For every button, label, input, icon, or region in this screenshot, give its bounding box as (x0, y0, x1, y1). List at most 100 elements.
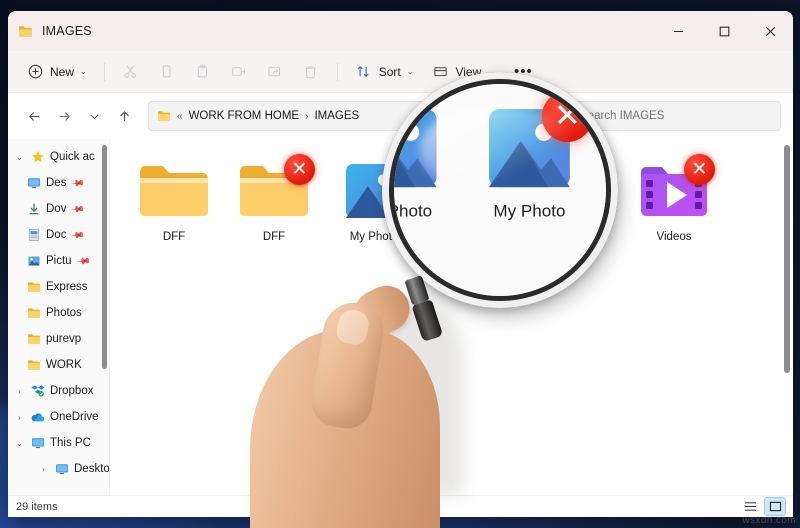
minimize-button[interactable] (655, 11, 701, 51)
sidebar-item-quick-access[interactable]: ⌄ Quick ac (8, 144, 109, 170)
file-item-my-photo[interactable]: My Photo (324, 153, 424, 261)
file-name: My Photo (349, 231, 399, 243)
address-dropdown-button[interactable] (480, 104, 504, 128)
view-button[interactable]: View ⌄ (423, 57, 502, 87)
file-name: DFF (262, 231, 286, 243)
sidebar-item-dropbox[interactable]: › Dropbox (8, 378, 109, 404)
refresh-button[interactable] (510, 104, 534, 128)
content-scrollbar[interactable] (784, 145, 790, 373)
file-grid: DFF ✕ DFF My Photo ✕ My Photo Videos ✕ V… (110, 139, 793, 261)
plus-circle-icon (26, 63, 44, 81)
file-item-videos[interactable]: Videos (524, 153, 624, 261)
sidebar-item-downloads[interactable]: Dov 📌 (8, 196, 109, 222)
sidebar-item-label: Doc (46, 229, 67, 241)
pc-icon (30, 436, 45, 451)
sidebar-item-label: Quick ac (50, 151, 95, 163)
copy-icon (158, 63, 176, 81)
breadcrumb-overflow[interactable]: « (177, 111, 183, 122)
folder-icon (26, 280, 41, 295)
forward-button[interactable] (50, 102, 78, 130)
details-view-button[interactable] (764, 497, 786, 516)
rename-icon (230, 63, 248, 81)
pictures-icon (26, 254, 41, 269)
file-item-dff-error[interactable]: ✕ DFF (224, 153, 324, 261)
rename-button[interactable] (222, 57, 256, 87)
back-button[interactable] (20, 102, 48, 130)
sidebar-item-pictures[interactable]: Pictu 📌 (8, 248, 109, 274)
search-input[interactable] (580, 110, 771, 122)
sort-button[interactable]: Sort ⌄ (347, 57, 422, 87)
folder-icon (157, 110, 171, 122)
watermark: wsxdn.com (742, 515, 796, 526)
sort-button-label: Sort (378, 64, 401, 79)
chevron-right-icon[interactable]: › (14, 413, 25, 422)
cut-button[interactable] (114, 57, 148, 87)
pin-icon: 📌 (75, 253, 91, 268)
file-item-my-photo-error[interactable]: ✕ My Photo (424, 153, 524, 261)
maximize-button[interactable] (701, 11, 747, 51)
sidebar-item-label: Express (46, 281, 88, 293)
address-bar[interactable]: « WORK FROM HOME › IMAGES (148, 101, 541, 131)
sidebar-item-desktop-child[interactable]: › Desktop (8, 456, 109, 482)
new-button[interactable]: New ⌄ (18, 57, 95, 87)
error-badge-icon: ✕ (284, 154, 315, 185)
file-item-dff[interactable]: DFF (124, 153, 224, 261)
copy-button[interactable] (150, 57, 184, 87)
navigation-sidebar[interactable]: ⌄ Quick ac Des 📌 Dov 📌 Doc 📌 Pictu 📌 Exp… (8, 139, 110, 495)
folder-icon (137, 159, 211, 223)
document-icon (26, 228, 41, 243)
scissors-icon (122, 63, 140, 81)
window-controls (655, 11, 793, 51)
sidebar-item-express[interactable]: Express (8, 274, 109, 300)
file-item-videos-error[interactable]: ✕ Videos (624, 153, 724, 261)
search-icon (561, 110, 573, 122)
toolbar-divider (103, 62, 105, 81)
file-name: My Photo (449, 231, 499, 243)
share-button[interactable] (258, 57, 292, 87)
new-button-label: New (50, 64, 75, 79)
breadcrumb-item-images[interactable]: IMAGES (314, 110, 359, 122)
chevron-right-icon[interactable]: › (38, 465, 49, 474)
breadcrumb-item-work-from-home[interactable]: WORK FROM HOME (189, 110, 300, 122)
sidebar-item-documents[interactable]: Doc 📌 (8, 222, 109, 248)
view-button-label: View (455, 64, 482, 79)
sidebar-item-work[interactable]: WORK (8, 352, 109, 378)
sidebar-item-desktop[interactable]: Des 📌 (8, 170, 109, 196)
chevron-right-icon[interactable]: › (14, 387, 25, 396)
sidebar-item-label: purevp (46, 333, 82, 345)
breadcrumb: « WORK FROM HOME › IMAGES (177, 110, 474, 122)
up-button[interactable] (110, 102, 138, 130)
breadcrumb-separator: › (305, 110, 309, 122)
paste-button[interactable] (186, 57, 220, 87)
sidebar-item-purevpn[interactable]: purevp (8, 326, 109, 352)
sidebar-item-label: Dov (46, 203, 67, 215)
sidebar-item-label: Dropbox (50, 385, 94, 397)
pin-icon: 📌 (70, 227, 86, 242)
share-icon (266, 63, 284, 81)
recent-locations-button[interactable] (80, 102, 108, 130)
list-view-button[interactable] (740, 498, 760, 515)
hand-holding-magnifier (250, 278, 480, 528)
sidebar-item-label: Desktop (74, 463, 109, 475)
delete-button[interactable] (294, 57, 328, 87)
overflow-menu-button[interactable]: ••• (504, 63, 543, 80)
star-icon (30, 150, 45, 165)
search-box[interactable] (551, 101, 781, 131)
chevron-down-icon[interactable]: ⌄ (14, 439, 25, 448)
sidebar-item-this-pc[interactable]: ⌄ This PC (8, 430, 109, 456)
sidebar-scrollbar[interactable] (102, 145, 107, 369)
title-bar: IMAGES (8, 11, 793, 51)
chevron-down-icon[interactable]: ⌄ (14, 153, 25, 162)
item-count-label: 29 items (16, 500, 58, 513)
pin-icon: 📌 (70, 201, 86, 216)
image-file-icon: ✕ (437, 154, 515, 223)
sidebar-item-onedrive[interactable]: › OneDrive (8, 404, 109, 430)
command-toolbar: New ⌄ Sort ⌄ View ⌄ ••• (8, 51, 793, 93)
folder-icon (26, 332, 41, 347)
view-icon (431, 63, 449, 81)
close-button[interactable] (747, 11, 793, 51)
sidebar-item-photos[interactable]: Photos (8, 300, 109, 326)
folder-icon (26, 358, 41, 373)
sidebar-item-label: WORK (46, 359, 82, 371)
sidebar-item-label: Pictu (46, 255, 72, 267)
